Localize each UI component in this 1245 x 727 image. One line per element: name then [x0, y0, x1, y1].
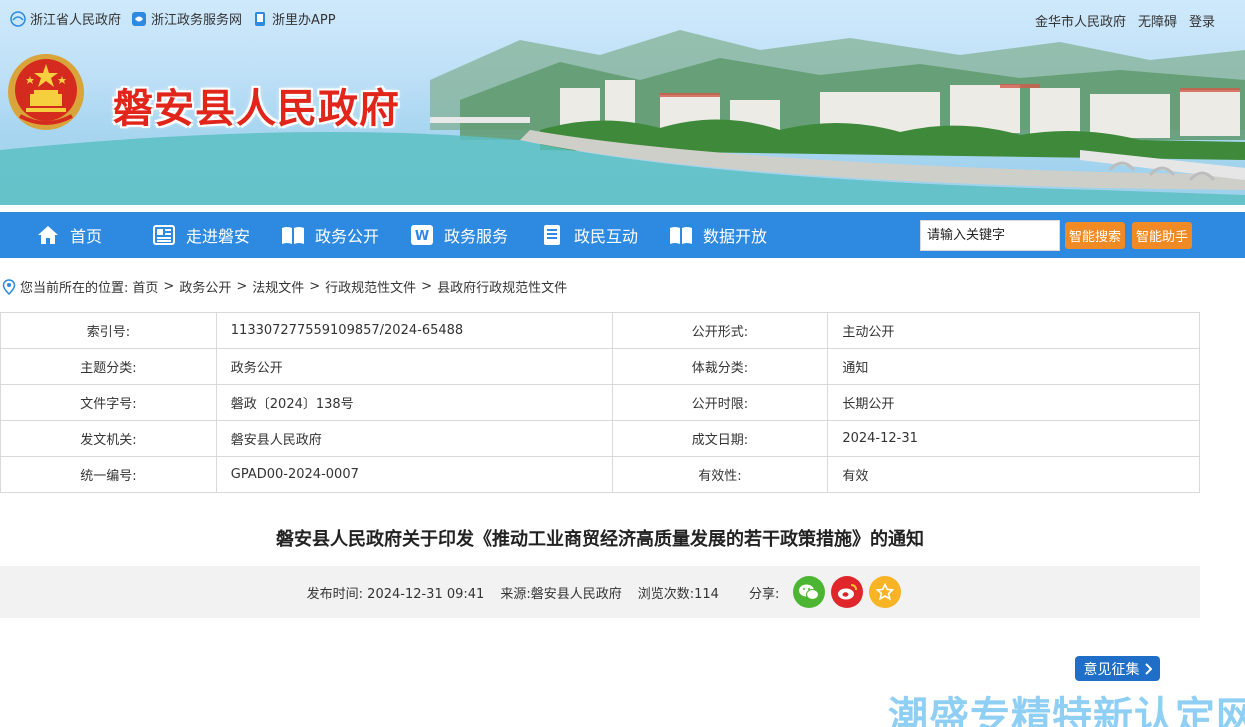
info-key: 公开形式: — [611, 312, 829, 349]
nav-item-gov-service[interactable]: W 政务服务 — [410, 212, 508, 258]
breadcrumb-normative-docs[interactable]: 行政规范性文件 — [325, 277, 416, 296]
news-icon — [153, 225, 175, 245]
info-value: 磐政〔2024〕138号 — [215, 384, 613, 421]
nav-item-interaction[interactable]: 政民互动 — [540, 212, 638, 258]
mobile-app-icon — [255, 11, 266, 26]
feedback-button[interactable]: 意见征集 — [1075, 656, 1160, 681]
table-row: 统一编号: GPAD00-2024-0007 有效性: 有效 — [0, 456, 1200, 493]
smart-search-button[interactable]: 智能搜索 — [1065, 222, 1126, 249]
info-key: 文件字号: — [0, 384, 217, 421]
location-pin-icon — [2, 278, 16, 295]
zhejiang-gov-icon — [10, 10, 26, 27]
city-gov-link[interactable]: 金华市人民政府 — [1035, 11, 1126, 30]
view-count: 浏览次数:114 — [637, 586, 719, 602]
home-icon — [38, 226, 58, 244]
breadcrumb-separator: > — [309, 279, 321, 294]
chevron-right-icon — [1144, 662, 1152, 675]
info-key: 公开时限: — [611, 384, 829, 421]
wechat-icon[interactable] — [793, 576, 826, 608]
svg-text:W: W — [415, 229, 429, 244]
breadcrumb-prefix: 您当前所在的位置: — [20, 281, 129, 296]
info-value: 113307277559109857/2024-65488 — [215, 312, 613, 349]
article-source: 来源:磐安县人民政府 — [500, 586, 622, 602]
top-link-zj-service[interactable]: 浙江政务服务网 — [131, 9, 242, 28]
info-key: 主题分类: — [0, 348, 217, 385]
breadcrumb-regulations[interactable]: 法规文件 — [252, 277, 304, 296]
breadcrumb-separator: > — [236, 279, 248, 294]
share-label: 分享: — [748, 586, 780, 602]
breadcrumb-county-docs[interactable]: 县政府行政规范性文件 — [437, 277, 567, 296]
publish-time: 发布时间: 2024-12-31 09:41 — [306, 586, 485, 602]
breadcrumb-separator: > — [421, 279, 433, 294]
top-links: 浙江省人民政府 浙江政务服务网 浙里办APP — [10, 9, 336, 28]
word-icon: W — [411, 225, 433, 245]
zj-service-icon — [132, 11, 147, 26]
table-row: 发文机关: 磐安县人民政府 成文日期: 2024-12-31 — [0, 420, 1200, 457]
article-title: 磐安县人民政府关于印发《推动工业商贸经济高质量发展的若干政策措施》的通知 — [276, 529, 924, 550]
weibo-icon[interactable] — [831, 576, 864, 608]
nav-item-about[interactable]: 走进磐安 — [152, 212, 250, 258]
watermark: 潮盛专精特新认定网 — [888, 694, 1245, 727]
top-link-zhejiang-gov[interactable]: 浙江省人民政府 — [10, 9, 121, 28]
info-key: 发文机关: — [0, 420, 217, 457]
info-key: 统一编号: — [0, 456, 217, 493]
document-icon — [544, 225, 560, 245]
nav-item-gov-open[interactable]: 政务公开 — [281, 212, 379, 258]
accessibility-link[interactable]: 无障碍 — [1138, 11, 1177, 30]
book-icon — [282, 227, 304, 244]
info-key: 成文日期: — [611, 420, 829, 457]
top-right-links: 金华市人民政府 无障碍 登录 — [1035, 11, 1215, 30]
breadcrumb-gov-open[interactable]: 政务公开 — [179, 277, 231, 296]
main-nav: 首页 走进磐安 政务公开 W 政务服务 政民互动 数据开放 智能搜索 智能助手 — [0, 212, 1245, 258]
breadcrumb-separator: > — [163, 279, 175, 294]
info-value: 主动公开 — [827, 312, 1200, 349]
breadcrumb-home[interactable]: 首页 — [132, 277, 158, 296]
nav-item-home[interactable]: 首页 — [36, 212, 102, 258]
info-key: 有效性: — [611, 456, 829, 493]
article-meta: 发布时间: 2024-12-31 09:41 来源:磐安县人民政府 浏览次数:1… — [0, 566, 1200, 618]
info-key: 索引号: — [0, 312, 217, 349]
info-value: 通知 — [827, 348, 1200, 385]
document-info-table: 索引号: 113307277559109857/2024-65488 公开形式:… — [0, 312, 1200, 493]
search-input[interactable] — [920, 220, 1060, 251]
top-link-app[interactable]: 浙里办APP — [252, 9, 336, 28]
share-buttons — [793, 576, 902, 608]
national-emblem-icon — [8, 54, 84, 130]
header-banner: 浙江省人民政府 浙江政务服务网 浙里办APP 金华市人民政府 无障碍 登录 磐安… — [0, 0, 1245, 212]
open-book-icon — [670, 227, 692, 244]
star-icon[interactable] — [869, 576, 902, 608]
info-value: 政务公开 — [215, 348, 613, 385]
info-value: 2024-12-31 — [827, 420, 1200, 457]
info-key: 体裁分类: — [611, 348, 829, 385]
table-row: 主题分类: 政务公开 体裁分类: 通知 — [0, 348, 1200, 385]
info-value: 磐安县人民政府 — [215, 420, 613, 457]
info-value: GPAD00-2024-0007 — [215, 456, 613, 493]
site-name: 磐安县人民政府 — [113, 85, 400, 132]
breadcrumb: 您当前所在的位置: 首页 > 政务公开 > 法规文件 > 行政规范性文件 > 县… — [2, 277, 567, 296]
login-link[interactable]: 登录 — [1189, 11, 1215, 30]
info-value: 有效 — [827, 456, 1200, 493]
table-row: 文件字号: 磐政〔2024〕138号 公开时限: 长期公开 — [0, 384, 1200, 421]
table-row: 索引号: 113307277559109857/2024-65488 公开形式:… — [0, 312, 1200, 349]
nav-item-data-open[interactable]: 数据开放 — [669, 212, 767, 258]
info-value: 长期公开 — [827, 384, 1200, 421]
smart-assistant-button[interactable]: 智能助手 — [1132, 222, 1193, 249]
